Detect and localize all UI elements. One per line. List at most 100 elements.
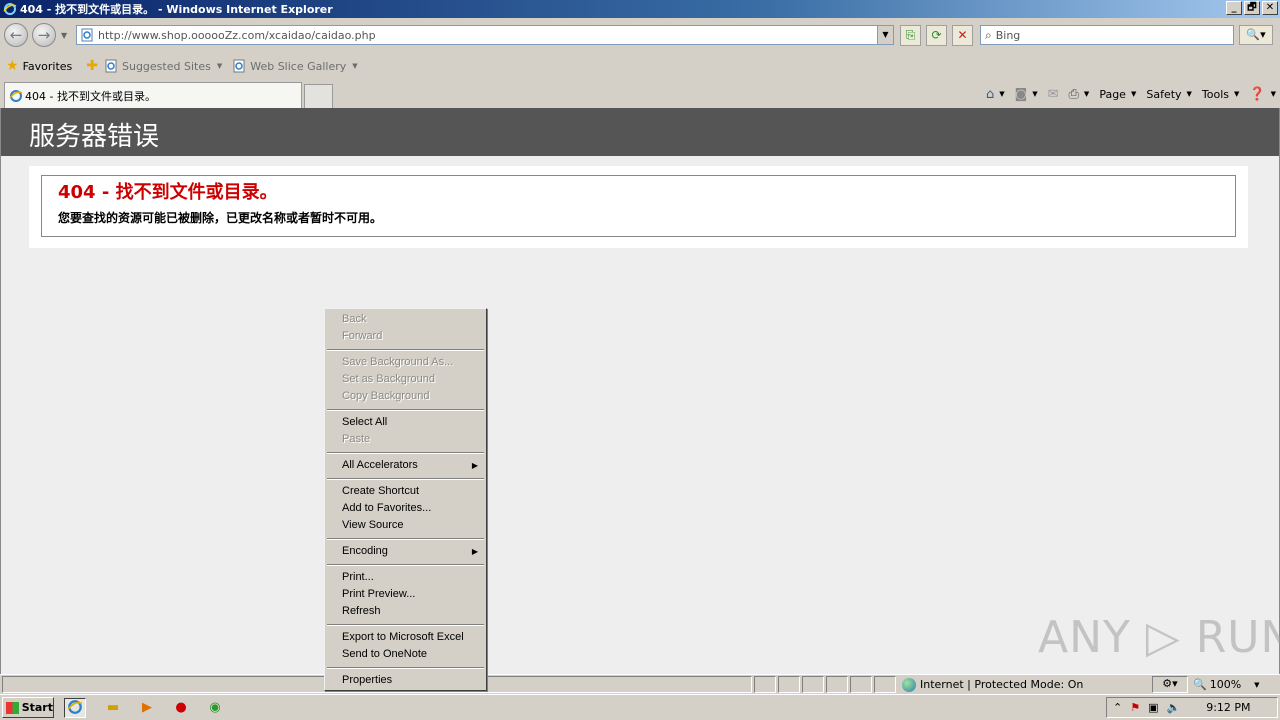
menu-item-select-all[interactable]: Select All bbox=[325, 414, 486, 431]
clock[interactable]: 9:12 PM bbox=[1206, 701, 1250, 714]
chevron-down-icon: ▼ bbox=[1234, 90, 1240, 98]
chevron-down-icon: ▼ bbox=[1032, 90, 1038, 98]
menu-item-view-source[interactable]: View Source bbox=[325, 517, 486, 534]
safety-menu-button[interactable]: Safety ▼ bbox=[1146, 88, 1192, 101]
menu-item-label: Back bbox=[342, 313, 367, 325]
feeds-button[interactable]: ◙ ▼ bbox=[1015, 87, 1038, 102]
home-button[interactable]: ⌂ ▼ bbox=[986, 87, 1005, 102]
taskbar-ie-button[interactable] bbox=[64, 698, 86, 718]
tools-menu-label: Tools bbox=[1201, 87, 1230, 101]
close-button[interactable]: ✕ bbox=[1262, 1, 1278, 15]
new-tab-button[interactable] bbox=[304, 84, 333, 108]
chevron-down-icon: ▼ bbox=[1254, 680, 1260, 689]
recent-pages-dropdown-icon[interactable]: ▼ bbox=[61, 31, 67, 40]
menu-item-label: Paste bbox=[342, 433, 371, 445]
printer-icon: ⎙ bbox=[1068, 86, 1079, 102]
menu-item-label: Properties bbox=[342, 674, 393, 686]
menu-item-encoding[interactable]: Encoding ▶ bbox=[325, 543, 486, 560]
page-menu-label: Page bbox=[1099, 87, 1126, 101]
volume-icon[interactable]: 🔈 bbox=[1167, 701, 1181, 714]
show-hidden-icons-icon[interactable]: ⌃ bbox=[1113, 701, 1122, 714]
status-bar: Internet | Protected Mode: On ⚙▾ 🔍 100% … bbox=[0, 674, 1280, 694]
suggested-sites-link[interactable]: Suggested Sites ▼ bbox=[104, 59, 222, 73]
address-dropdown-icon[interactable]: ▼ bbox=[877, 26, 893, 44]
stop-button[interactable]: ✕ bbox=[952, 25, 973, 46]
add-to-favorites-bar-button[interactable]: ✚ bbox=[86, 58, 98, 74]
menu-item-export-to-microsoft-excel[interactable]: Export to Microsoft Excel bbox=[325, 629, 486, 646]
submenu-arrow-icon: ▶ bbox=[471, 461, 478, 470]
home-icon: ⌂ bbox=[985, 86, 995, 102]
favorites-bar: ★ Favorites ✚ Suggested Sites ▼ Web Slic… bbox=[0, 52, 1280, 80]
taskbar-chrome-button[interactable]: ◉ bbox=[204, 698, 226, 718]
minimize-button[interactable]: _ bbox=[1226, 1, 1242, 15]
chrome-icon: ◉ bbox=[209, 700, 221, 715]
chevron-down-icon: ▼ bbox=[216, 62, 223, 70]
menu-separator bbox=[325, 620, 486, 629]
address-bar[interactable]: http://www.shop.oooooZz.com/xcaidao/caid… bbox=[76, 25, 894, 45]
start-label: Start bbox=[21, 701, 53, 714]
menu-item-create-shortcut[interactable]: Create Shortcut bbox=[325, 483, 486, 500]
refresh-button[interactable]: ⟳ bbox=[926, 25, 947, 46]
forward-button[interactable]: → bbox=[32, 23, 56, 47]
folder-icon: ▬ bbox=[106, 700, 120, 715]
menu-item-all-accelerators[interactable]: All Accelerators ▶ bbox=[325, 457, 486, 474]
page-icon bbox=[81, 28, 93, 42]
address-url[interactable]: http://www.shop.oooooZz.com/xcaidao/caid… bbox=[98, 29, 376, 42]
read-mail-button[interactable]: ✉ bbox=[1048, 87, 1059, 102]
favorites-star-icon: ★ bbox=[6, 58, 19, 74]
page-menu-button[interactable]: Page ▼ bbox=[1099, 88, 1136, 101]
menu-item-print[interactable]: Print... bbox=[325, 569, 486, 586]
back-button[interactable]: ← bbox=[4, 23, 28, 47]
opera-icon: ● bbox=[175, 700, 187, 715]
context-menu: Back Forward Save Background As... Set as B… bbox=[324, 308, 487, 691]
anyrun-watermark: ANY ▷ RUN bbox=[1038, 612, 1280, 663]
chevron-down-icon: ▼ bbox=[1130, 90, 1137, 98]
security-zone[interactable]: Internet | Protected Mode: On bbox=[899, 676, 1149, 693]
ie-tab-icon bbox=[9, 89, 23, 102]
menu-item-send-to-onenote[interactable]: Send to OneNote bbox=[325, 646, 486, 663]
menu-item-add-to-favorites[interactable]: Add to Favorites... bbox=[325, 500, 486, 517]
web-slice-gallery-link[interactable]: Web Slice Gallery ▼ bbox=[232, 59, 358, 73]
menu-item-label: Export to Microsoft Excel bbox=[342, 631, 464, 643]
error-message: 您要查找的资源可能已被删除，已更改名称或者暂时不可用。 bbox=[58, 211, 383, 225]
stop-icon: ✕ bbox=[957, 28, 968, 42]
menu-item-label: Print Preview... bbox=[342, 588, 416, 600]
status-cell bbox=[778, 676, 800, 693]
menu-item-label: Send to OneNote bbox=[342, 648, 428, 660]
taskbar-media-player-button[interactable]: ▶ bbox=[136, 698, 158, 718]
status-cell bbox=[826, 676, 848, 693]
chevron-down-icon: ▼ bbox=[999, 90, 1005, 98]
favorites-button[interactable]: ★ Favorites bbox=[6, 58, 72, 74]
menu-item-print-preview[interactable]: Print Preview... bbox=[325, 586, 486, 603]
menu-item-save-background-as: Save Background As... bbox=[325, 354, 486, 371]
safety-menu-label: Safety bbox=[1146, 87, 1182, 101]
search-input[interactable]: ⌕ Bing bbox=[980, 25, 1234, 45]
action-center-icon[interactable]: ⚑ bbox=[1130, 701, 1140, 714]
menu-item-properties[interactable]: Properties bbox=[325, 672, 486, 689]
menu-separator bbox=[325, 474, 486, 483]
ie-page-icon bbox=[233, 59, 245, 73]
tab-active[interactable]: 404 - 找不到文件或目录。 bbox=[4, 82, 302, 108]
system-tray: ⌃ ⚑ ▣ 🔈 9:12 PM bbox=[1106, 697, 1278, 718]
taskbar-opera-button[interactable]: ● bbox=[170, 698, 192, 718]
restore-button[interactable]: 🗗 bbox=[1244, 1, 1260, 15]
network-icon[interactable]: ▣ bbox=[1148, 701, 1158, 714]
taskbar-explorer-button[interactable]: ▬ bbox=[102, 698, 124, 718]
menu-item-copy-background: Copy Background bbox=[325, 388, 486, 405]
chevron-down-icon: ▼ bbox=[352, 62, 358, 70]
print-button[interactable]: ⎙ ▼ bbox=[1069, 87, 1090, 102]
window-title-bar[interactable]: 404 - 找不到文件或目录。 - Windows Internet Explo… bbox=[0, 0, 1280, 18]
menu-item-set-as-background: Set as Background bbox=[325, 371, 486, 388]
tools-menu-button[interactable]: Tools ▼ bbox=[1202, 88, 1240, 101]
compatibility-view-button[interactable]: ⎘ bbox=[900, 25, 921, 46]
tab-bar: 404 - 找不到文件或目录。 ⌂ ▼ ◙ ▼ ✉ ⎙ ▼ Page ▼ Safety ▼… bbox=[0, 80, 1280, 108]
zoom-magnifier-icon: 🔍 bbox=[1193, 678, 1207, 691]
help-button[interactable]: ❓ ▼ bbox=[1249, 87, 1276, 102]
start-button[interactable]: Start bbox=[2, 697, 54, 718]
protected-mode-settings-button[interactable]: ⚙▾ bbox=[1152, 676, 1188, 693]
menu-item-refresh[interactable]: Refresh bbox=[325, 603, 486, 620]
search-button[interactable]: 🔍▾ bbox=[1239, 25, 1273, 45]
bing-search-icon: ⌕ bbox=[985, 27, 992, 42]
zoom-level-button[interactable]: 🔍 100% ▼ bbox=[1190, 676, 1264, 693]
menu-item-label: Copy Background bbox=[342, 390, 430, 402]
